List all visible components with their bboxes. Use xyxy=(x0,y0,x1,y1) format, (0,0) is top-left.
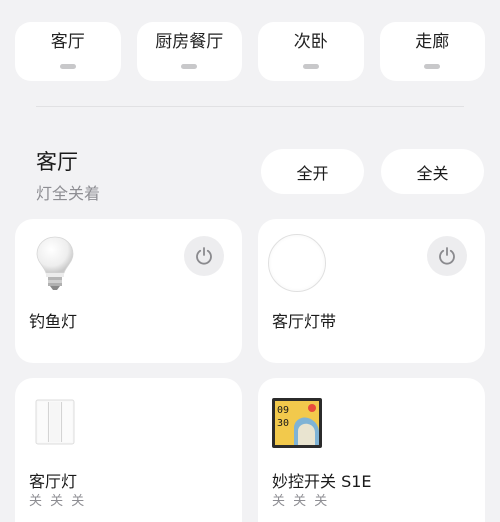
device-card-living-room-light[interactable]: 客厅灯 关 关 关 xyxy=(15,378,242,522)
section-divider xyxy=(36,106,464,107)
device-status: 关 关 关 xyxy=(272,494,330,509)
device-card-smart-switch-s1e[interactable]: 09 30 妙控开关 S1E 关 关 关 xyxy=(258,378,485,522)
panel-time-hour: 09 xyxy=(277,405,289,416)
room-tab-indicator xyxy=(302,64,319,69)
light-bulb-icon xyxy=(36,236,74,290)
room-tab-second-bedroom[interactable]: 次卧 xyxy=(258,22,364,81)
room-tab-indicator xyxy=(59,64,76,69)
device-name: 客厅灯 xyxy=(29,472,78,491)
power-icon xyxy=(439,247,455,265)
room-tab-label: 厨房餐厅 xyxy=(155,32,224,52)
room-tab-label: 次卧 xyxy=(293,32,328,52)
device-status: 关 关 关 xyxy=(29,494,87,509)
power-button[interactable] xyxy=(427,236,467,276)
room-tab-indicator xyxy=(181,64,198,69)
device-card-fishing-lamp[interactable]: 钓鱼灯 xyxy=(15,219,242,363)
room-tab-indicator xyxy=(424,64,441,69)
power-button[interactable] xyxy=(184,236,224,276)
power-icon xyxy=(196,247,212,265)
smart-panel-icon: 09 30 xyxy=(272,398,322,448)
all-off-button[interactable]: 全关 xyxy=(381,149,484,194)
room-title: 客厅 xyxy=(36,150,78,174)
room-tab-label: 客厅 xyxy=(50,32,85,52)
room-tab-kitchen-dining[interactable]: 厨房餐厅 xyxy=(136,22,242,81)
device-name: 钓鱼灯 xyxy=(29,312,78,331)
all-on-button[interactable]: 全开 xyxy=(261,149,364,194)
panel-time-minute: 30 xyxy=(277,418,289,429)
room-tab-label: 走廊 xyxy=(415,32,450,52)
room-tabs: 客厅 厨房餐厅 次卧 走廊 xyxy=(15,22,485,81)
wall-switch-icon xyxy=(35,399,75,445)
room-tab-living-room[interactable]: 客厅 xyxy=(15,22,121,81)
light-strip-icon xyxy=(268,234,326,292)
room-status: 灯全关着 xyxy=(36,184,101,203)
device-card-light-strip[interactable]: 客厅灯带 xyxy=(258,219,485,363)
device-name: 客厅灯带 xyxy=(272,312,337,331)
room-tab-corridor[interactable]: 走廊 xyxy=(379,22,485,81)
device-name: 妙控开关 S1E xyxy=(272,472,372,491)
